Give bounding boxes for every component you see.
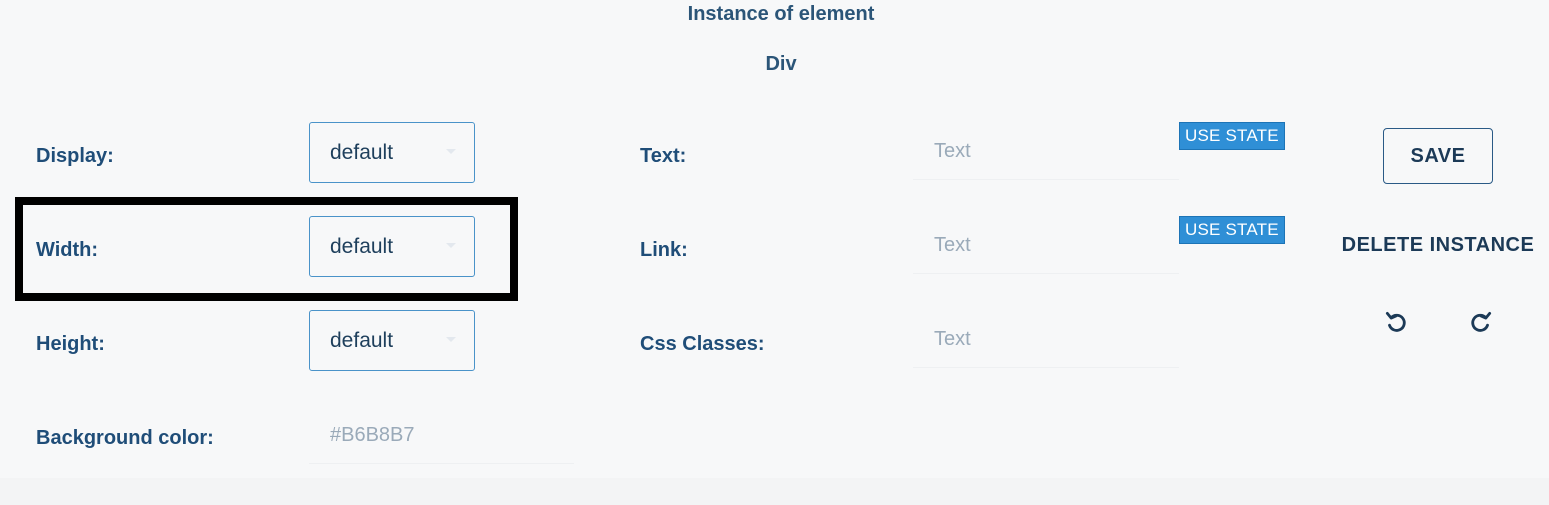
delete-instance-button[interactable]: DELETE INSTANCE: [1330, 228, 1546, 262]
display-select[interactable]: default: [309, 122, 475, 183]
link-input-placeholder: Text: [934, 234, 971, 256]
text-label: Text:: [640, 145, 687, 167]
link-label: Link:: [640, 239, 688, 261]
save-button[interactable]: SAVE: [1383, 128, 1493, 184]
display-select-value: default: [330, 140, 394, 164]
text-input[interactable]: Text: [913, 124, 1179, 180]
undo-icon[interactable]: [1381, 307, 1411, 337]
background-color-input[interactable]: #B6B8B7: [309, 408, 574, 464]
text-input-placeholder: Text: [934, 140, 971, 162]
element-type-label: Div: [765, 53, 797, 75]
display-label: Display:: [36, 145, 114, 167]
footer-strip: [0, 478, 1549, 505]
height-select-value: default: [330, 328, 394, 352]
css-classes-placeholder: Text: [934, 328, 971, 350]
background-color-label: Background color:: [36, 427, 214, 449]
text-use-state-button[interactable]: USE STATE: [1179, 122, 1285, 150]
css-classes-label: Css Classes:: [640, 333, 765, 355]
link-input[interactable]: Text: [913, 218, 1179, 274]
height-label: Height:: [36, 333, 105, 355]
page-title: Instance of element: [687, 3, 875, 25]
link-use-state-button[interactable]: USE STATE: [1179, 216, 1285, 244]
redo-icon[interactable]: [1466, 307, 1496, 337]
chevron-down-icon: [446, 337, 456, 342]
height-select[interactable]: default: [309, 310, 475, 371]
chevron-down-icon: [446, 149, 456, 154]
background-color-placeholder: #B6B8B7: [330, 424, 415, 446]
css-classes-input[interactable]: Text: [913, 312, 1179, 368]
highlight-box: [15, 197, 518, 301]
